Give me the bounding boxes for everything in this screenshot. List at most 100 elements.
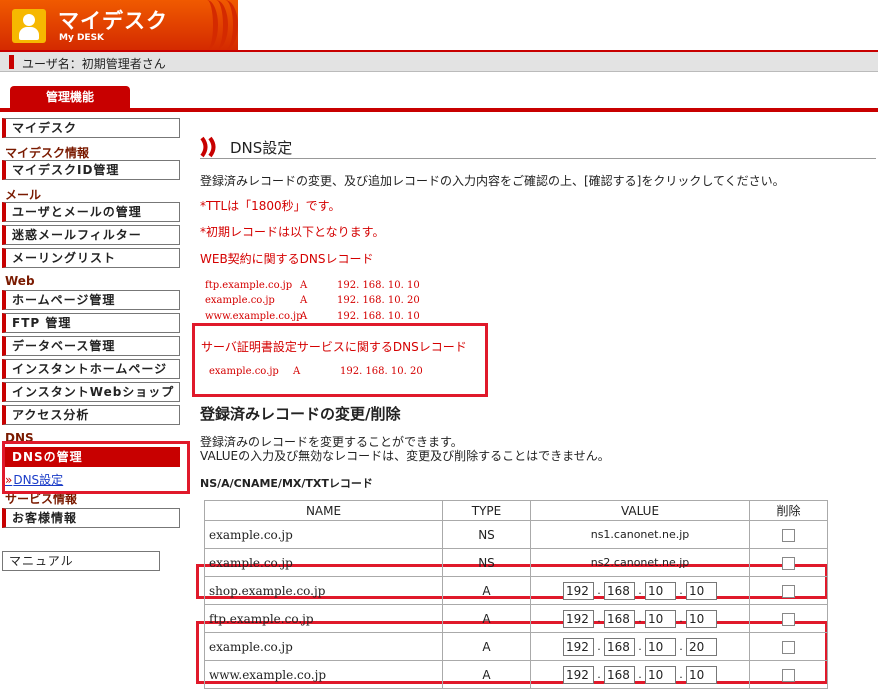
ip-octet-1-input[interactable]: 192	[563, 665, 594, 684]
ip-separator: .	[597, 612, 601, 625]
record-name: example.co.jp	[204, 520, 443, 549]
record-type: A	[442, 660, 531, 689]
cert-record-type: A	[293, 366, 301, 377]
record-type: A	[442, 632, 531, 661]
table-row: example.co.jp NS ns2.canonet.ne.jp	[204, 548, 828, 577]
web-record-type: A	[300, 280, 308, 291]
ip-octet-3-input[interactable]: 10	[645, 581, 676, 600]
record-ip-cell: 192. 168. 10. 10	[530, 604, 750, 633]
web-record-type: A	[300, 311, 308, 322]
sidebar-item-database[interactable]: データベース管理	[2, 336, 180, 356]
ip-separator: .	[638, 668, 642, 681]
delete-cell	[749, 660, 828, 689]
ip-separator: .	[679, 668, 683, 681]
sidebar-item-instant-homepage[interactable]: インスタントホームページ	[2, 359, 180, 379]
delete-checkbox[interactable]	[782, 556, 795, 570]
tab-admin[interactable]: 管理機能	[10, 86, 130, 108]
delete-cell	[749, 604, 828, 633]
sidebar-item-mydesk[interactable]: マイデスク	[2, 118, 180, 138]
sidebar-item-mydesk-id[interactable]: マイデスクID管理	[2, 160, 180, 180]
initial-note: *初期レコードは以下となります。	[200, 225, 385, 239]
ip-separator: .	[679, 584, 683, 597]
record-type: A	[442, 576, 531, 605]
col-header-name: NAME	[204, 500, 443, 521]
delete-cell	[749, 576, 828, 605]
ip-separator: .	[679, 612, 683, 625]
page-title: DNS設定	[230, 139, 293, 157]
delete-checkbox[interactable]	[782, 668, 795, 682]
delete-checkbox[interactable]	[782, 612, 795, 626]
ip-separator: .	[597, 668, 601, 681]
record-type: NS	[442, 520, 531, 549]
web-record-value: 192. 168. 10. 10	[337, 311, 420, 322]
decorative-arc-icon	[212, 0, 238, 50]
table-row: ftp.example.co.jp A 192. 168. 10. 10	[204, 604, 828, 633]
web-record-name: example.co.jp	[205, 295, 275, 306]
ip-separator: .	[679, 640, 683, 653]
ip-octet-4-input[interactable]: 10	[686, 581, 717, 600]
sidebar-item-mailing-list[interactable]: メーリングリスト	[2, 248, 180, 268]
ip-octet-1-input[interactable]: 192	[563, 637, 594, 656]
table-row: example.co.jp A 192. 168. 10. 20	[204, 632, 828, 661]
ip-octet-2-input[interactable]: 168	[604, 665, 635, 684]
record-type: NS	[442, 548, 531, 577]
record-ip-cell: 192. 168. 10. 10	[530, 660, 750, 689]
sidebar-item-manual[interactable]: マニュアル	[2, 551, 160, 571]
ip-octet-2-input[interactable]: 168	[604, 581, 635, 600]
ttl-note: *TTLは「1800秒」です。	[200, 199, 341, 213]
ip-octet-3-input[interactable]: 10	[645, 637, 676, 656]
delete-checkbox[interactable]	[782, 528, 795, 542]
table-row: shop.example.co.jp A 192. 168. 10. 10	[204, 576, 828, 605]
ip-separator: .	[638, 612, 642, 625]
record-ip-cell: 192. 168. 10. 20	[530, 632, 750, 661]
ip-octet-2-input[interactable]: 168	[604, 609, 635, 628]
sidebar-item-spam-filter[interactable]: 迷惑メールフィルター	[2, 225, 180, 245]
ip-octet-4-input[interactable]: 10	[686, 609, 717, 628]
delete-checkbox[interactable]	[782, 584, 795, 598]
sidebar-item-instant-shop[interactable]: インスタントWebショップ	[2, 382, 180, 402]
table-row: www.example.co.jp A 192. 168. 10. 10	[204, 660, 828, 689]
delete-cell	[749, 632, 828, 661]
ip-octet-4-input[interactable]: 10	[686, 665, 717, 684]
web-records-title: WEB契約に関するDNSレコード	[200, 252, 374, 266]
ip-separator: .	[597, 640, 601, 653]
record-name: ftp.example.co.jp	[204, 604, 443, 633]
sidebar-item-access[interactable]: アクセス分析	[2, 405, 180, 425]
title-marker-icon	[200, 136, 216, 158]
user-bar-mark	[9, 55, 14, 69]
ip-octet-1-input[interactable]: 192	[563, 609, 594, 628]
ip-octet-2-input[interactable]: 168	[604, 637, 635, 656]
ip-octet-4-input[interactable]: 20	[686, 637, 717, 656]
sidebar-item-customer-info[interactable]: お客様情報	[2, 508, 180, 528]
record-ip-cell: 192. 168. 10. 10	[530, 576, 750, 605]
web-record-name: www.example.co.jp	[205, 311, 303, 322]
record-value: ns2.canonet.ne.jp	[530, 548, 750, 577]
col-header-value: VALUE	[530, 500, 750, 521]
intro-text: 登録済みレコードの変更、及び追加レコードの入力内容をご確認の上、[確認する]をク…	[200, 174, 785, 188]
user-name-label: ユーザ名：初期管理者さん	[22, 57, 166, 71]
delete-checkbox[interactable]	[782, 640, 795, 654]
cert-records-title: サーバ証明書設定サービスに関するDNSレコード	[201, 340, 467, 354]
delete-cell	[749, 548, 828, 577]
sidebar-item-ftp[interactable]: FTP 管理	[2, 313, 180, 333]
table-header-row: NAME TYPE VALUE 削除	[204, 500, 828, 521]
web-record-value: 192. 168. 10. 20	[337, 295, 420, 306]
user-icon	[12, 9, 46, 43]
col-header-type: TYPE	[442, 500, 531, 521]
app-subtitle: My DESK	[59, 33, 105, 43]
dns-record-table: NAME TYPE VALUE 削除 example.co.jp NS ns1.…	[204, 500, 828, 689]
sidebar-item-user-mail[interactable]: ユーザとメールの管理	[2, 202, 180, 222]
sidebar-item-homepage[interactable]: ホームページ管理	[2, 290, 180, 310]
ip-octet-3-input[interactable]: 10	[645, 665, 676, 684]
ip-octet-3-input[interactable]: 10	[645, 609, 676, 628]
record-name: example.co.jp	[204, 632, 443, 661]
sidebar-section-mail: メール	[5, 188, 42, 202]
sidebar-section-mydesk-info: マイデスク情報	[5, 146, 90, 160]
web-record-name: ftp.example.co.jp	[205, 280, 293, 291]
web-record-value: 192. 168. 10. 10	[337, 280, 420, 291]
ip-octet-1-input[interactable]: 192	[563, 581, 594, 600]
tab-underline	[0, 108, 878, 112]
record-name: www.example.co.jp	[204, 660, 443, 689]
section-desc-2: VALUEの入力及び無効なレコードは、変更及び削除することはできません。	[200, 449, 610, 463]
web-record-type: A	[300, 295, 308, 306]
